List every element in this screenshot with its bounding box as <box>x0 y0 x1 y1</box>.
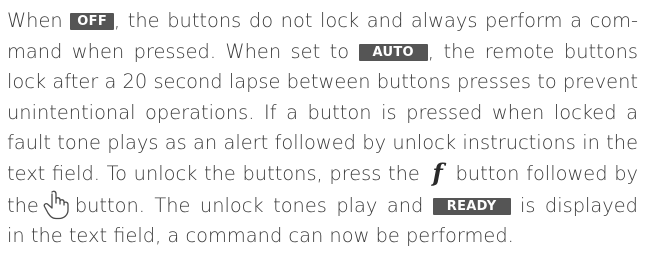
text-line-7: the button. The unlock tones play and REA… <box>7 190 638 222</box>
text-line-5: fault tone plays as an alert followed by… <box>7 131 638 155</box>
text-segment: button. The unlock tones play and <box>74 193 424 217</box>
ready-tag: READY <box>432 197 511 215</box>
text-segment: text field. To unlock the buttons, press… <box>7 161 420 185</box>
hand-pointer-icon <box>43 190 69 219</box>
text-line-2: mand when pressed. When set to AUTO, the… <box>7 37 638 68</box>
text-segment: the <box>7 193 39 217</box>
manual-paragraph: When OFF, the buttons do not lock and al… <box>0 0 645 257</box>
text-segment: mand when pressed. When set to <box>7 39 350 63</box>
text-segment: , the buttons do not lock and always per… <box>114 9 638 32</box>
text-segment: button followed by <box>455 161 638 185</box>
text-segment: is displayed <box>519 193 638 217</box>
text-line-8: in the text field, a command can now be … <box>7 224 514 248</box>
text-line-3: lock after a 20 second lapse between but… <box>7 70 638 94</box>
off-tag: OFF <box>70 13 115 30</box>
text-segment: , the remote buttons <box>427 39 638 63</box>
f-button-icon: f <box>432 157 443 187</box>
text-line-1: When OFF, the buttons do not lock and al… <box>7 6 638 37</box>
text-segment: When <box>7 9 63 32</box>
text-line-6: text field. To unlock the buttons, press… <box>7 159 638 190</box>
text-line-4: unintentional operations. If a button is… <box>7 100 638 124</box>
auto-tag: AUTO <box>358 43 428 61</box>
